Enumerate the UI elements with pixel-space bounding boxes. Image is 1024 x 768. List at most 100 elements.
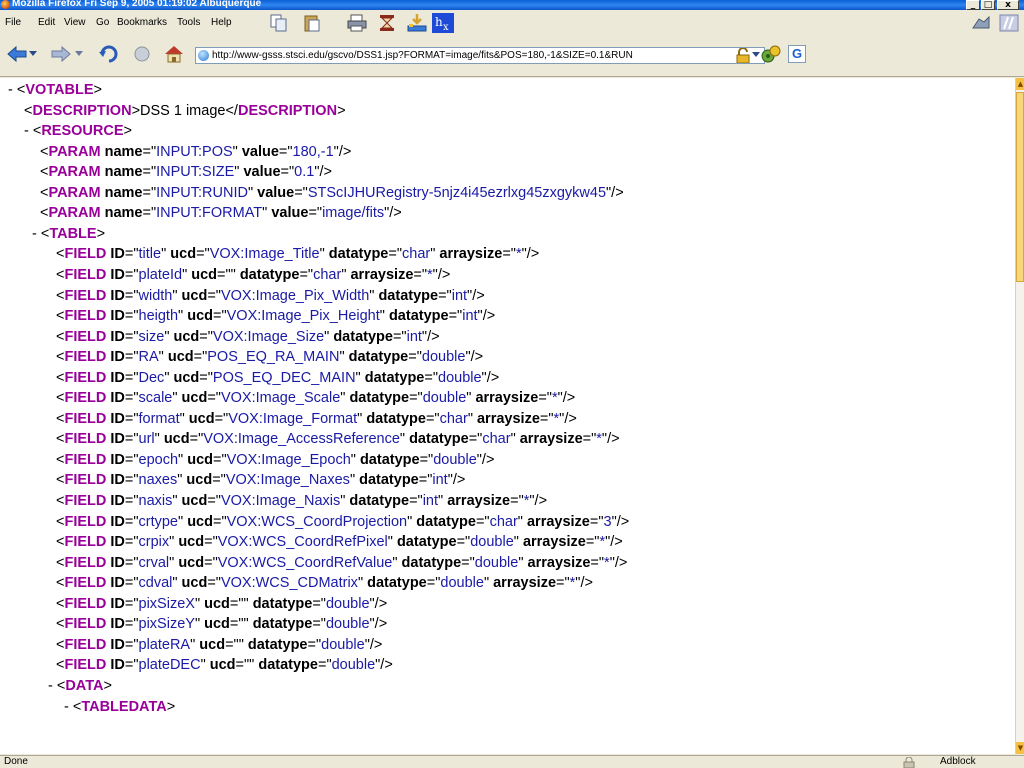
xml-tag-name: FIELD <box>64 390 107 407</box>
xml-punctuation: =" <box>294 184 308 201</box>
maximize-button[interactable]: □ <box>981 0 995 10</box>
close-button[interactable]: x <box>997 0 1019 10</box>
scroll-down-arrow-icon[interactable]: ▼ <box>1016 742 1024 754</box>
xml-punctuation: =" <box>124 328 139 345</box>
xml-punctuation[interactable]: - < <box>32 226 49 242</box>
go-icon[interactable] <box>760 44 782 64</box>
xml-punctuation: =" <box>589 513 604 530</box>
xml-attribute-value: INPUT:POS <box>156 143 233 160</box>
back-dropdown-icon[interactable] <box>29 51 37 57</box>
xml-punctuation: ="" <box>217 266 236 283</box>
xml-tag-name: FIELD <box>64 595 107 612</box>
hx-icon[interactable]: h x <box>432 13 454 33</box>
copy-icon[interactable] <box>268 13 290 33</box>
xml-attribute-value: INPUT:FORMAT <box>156 205 263 222</box>
xml-punctuation: =" <box>193 349 208 366</box>
scroll-up-arrow-icon[interactable]: ▲ <box>1016 78 1024 90</box>
hourglass-icon[interactable] <box>376 13 398 33</box>
forward-dropdown-icon[interactable] <box>75 51 83 57</box>
xml-attribute-name: arraysize <box>443 493 511 509</box>
xml-punctuation: ="" <box>225 636 244 653</box>
window-titlebar[interactable]: Mozilla Firefox Fri Sep 9, 2005 01:19:02… <box>0 0 1024 10</box>
xml-line: - <DATA> <box>48 676 112 696</box>
xml-punctuation: =" <box>142 205 157 222</box>
minimize-button[interactable]: _ <box>966 0 980 10</box>
xml-punctuation: > <box>337 102 346 119</box>
xml-line: <FIELD ID="heigth" ucd="VOX:Image_Pix_He… <box>56 306 495 326</box>
xml-tag-name: FIELD <box>64 431 107 448</box>
xml-attribute-name: value <box>253 184 295 201</box>
xml-punctuation[interactable]: - < <box>8 82 25 98</box>
xml-attribute-name: datatype <box>329 328 393 345</box>
navigation-toolbar: http://www-gsss.stsci.edu/gscvo/DSS1.jsp… <box>0 37 1024 77</box>
xml-attribute-name: ID <box>106 369 125 386</box>
xml-tag-name: FIELD <box>64 472 107 489</box>
menu-file[interactable]: File <box>5 17 21 28</box>
xml-attribute-name: ID <box>106 554 125 571</box>
xml-attribute-value: char <box>313 266 342 283</box>
xml-tag-name: PARAM <box>48 143 101 160</box>
menu-go[interactable]: Go <box>96 17 109 28</box>
menu-bookmarks[interactable]: Bookmarks <box>117 17 167 28</box>
stop-icon[interactable] <box>131 45 153 63</box>
adblock-label[interactable]: Adblock <box>940 756 976 768</box>
reload-icon[interactable] <box>98 45 120 63</box>
xml-attribute-name: ID <box>106 657 125 674</box>
menu-view[interactable]: View <box>64 17 86 28</box>
xml-attribute-name: ucd <box>177 287 208 304</box>
xml-punctuation: =" <box>124 513 139 530</box>
menu-tools[interactable]: Tools <box>177 17 200 28</box>
xml-attribute-value: format <box>138 410 180 427</box>
xml-punctuation: =" <box>590 554 605 571</box>
xml-punctuation: =" <box>475 513 490 530</box>
xml-punctuation[interactable]: - < <box>48 678 65 694</box>
search-engine-button[interactable]: G <box>788 45 806 63</box>
extension-icon[interactable] <box>970 13 992 33</box>
xml-line: <FIELD ID="RA" ucd="POS_EQ_RA_MAIN" data… <box>56 347 483 367</box>
xml-attribute-name: value <box>267 205 309 222</box>
xml-line: <FIELD ID="width" ucd="VOX:Image_Pix_Wid… <box>56 286 485 306</box>
scrollbar-thumb[interactable] <box>1016 92 1024 282</box>
xml-attribute-name: ucd <box>200 595 230 612</box>
xml-attribute-name: ucd <box>174 554 205 571</box>
vertical-scrollbar[interactable]: ▲ ▼ <box>1015 78 1024 754</box>
xml-punctuation: "/> <box>521 246 540 263</box>
xml-punctuation[interactable]: - < <box>64 699 81 715</box>
xml-line: <FIELD ID="format" ucd="VOX:Image_Format… <box>56 409 577 429</box>
xml-punctuation: =" <box>426 575 441 592</box>
xml-attribute-value: VOX:Image_AccessReference <box>203 431 400 448</box>
menu-help[interactable]: Help <box>211 17 232 28</box>
xml-punctuation: ="" <box>235 657 255 674</box>
xml-attribute-value: pixSizeX <box>138 595 195 612</box>
xml-attribute-value: int <box>422 493 439 509</box>
forward-icon[interactable] <box>50 45 72 63</box>
xml-attribute-value: VOX:Image_Title <box>209 246 320 263</box>
svg-text:h: h <box>435 15 443 29</box>
url-dropdown-icon[interactable] <box>752 52 760 58</box>
xml-attribute-name: datatype <box>345 493 410 509</box>
xml-punctuation: =" <box>204 534 218 551</box>
menu-edit[interactable]: Edit <box>38 17 55 28</box>
lock-icon[interactable] <box>735 48 751 63</box>
back-icon[interactable] <box>6 45 28 63</box>
address-bar[interactable]: http://www-gsss.stsci.edu/gscvo/DSS1.jsp… <box>195 47 765 64</box>
install-icon[interactable] <box>406 13 428 33</box>
xml-tag-name: PARAM <box>48 205 101 222</box>
print-icon[interactable] <box>346 13 368 33</box>
xml-attribute-name: ID <box>106 246 125 263</box>
xml-attribute-name: datatype <box>355 472 419 489</box>
xml-punctuation: "/> <box>375 657 393 674</box>
home-icon[interactable] <box>163 45 185 63</box>
xml-attribute-name: arraysize <box>346 266 414 283</box>
xml-tag-name: FIELD <box>64 287 107 304</box>
xml-punctuation: =" <box>424 369 438 386</box>
xml-punctuation: =" <box>124 493 139 509</box>
xml-punctuation: "/> <box>609 554 628 571</box>
xml-punctuation[interactable]: - < <box>24 123 41 139</box>
paste-icon[interactable] <box>301 13 323 33</box>
xml-attribute-name: ucd <box>200 616 230 633</box>
xml-attribute-value: double <box>421 349 466 366</box>
xml-punctuation: =" <box>207 287 221 304</box>
xml-punctuation: =" <box>189 431 204 448</box>
xml-punctuation: =" <box>213 308 227 325</box>
